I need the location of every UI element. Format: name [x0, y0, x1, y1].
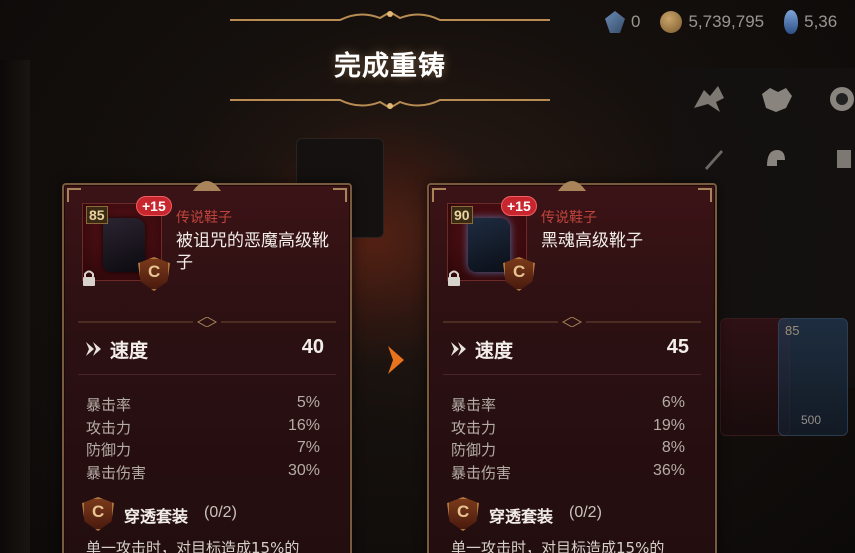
item-type: 传说鞋子: [541, 210, 597, 226]
substat-value: 8%: [661, 439, 685, 456]
speed-icon: [86, 342, 101, 356]
substat-value: 6%: [661, 394, 685, 411]
sword-filter-icon[interactable]: [694, 144, 734, 178]
card-crest-ornament: [558, 181, 586, 191]
substat-label: 暴击伤害: [86, 463, 147, 482]
currency-gold: 5,739,795: [660, 11, 764, 33]
enhance-badge: +15: [136, 196, 172, 216]
set-name: 穿透套装: [489, 507, 554, 526]
substat-row: 攻击力 19%: [451, 417, 685, 440]
set-emblem-icon: [82, 497, 114, 531]
substat-label: 暴击率: [86, 396, 132, 414]
substat-label: 防御力: [451, 441, 497, 459]
lock-icon[interactable]: [445, 269, 463, 287]
substat-row: 暴击率 5%: [86, 394, 320, 417]
set-bonus-row: 穿透套装 (0/2): [447, 497, 707, 531]
substat-label: 防御力: [86, 441, 132, 459]
set-count: (0/2): [204, 504, 237, 521]
set-emblem-icon: [138, 257, 170, 291]
ornate-divider: [443, 317, 701, 327]
substat-label: 攻击力: [86, 418, 132, 437]
card-crest-ornament: [193, 181, 221, 191]
currency-crystal: 5,36: [784, 10, 837, 34]
inventory-card[interactable]: 85 500: [778, 318, 848, 436]
currency-bar: 0 5,739,795 5,36: [605, 10, 851, 34]
lock-icon[interactable]: [80, 269, 98, 287]
set-name: 穿透套装: [124, 507, 189, 526]
substat-value: 7%: [296, 439, 320, 456]
arrow-right-icon: [388, 346, 404, 374]
beast-category-icon[interactable]: [756, 82, 796, 116]
speed-icon: [451, 342, 466, 356]
item-type: 传说鞋子: [176, 210, 232, 226]
item-name: 被诅咒的恶魔高级靴子: [176, 231, 329, 273]
gem-icon: [605, 11, 625, 33]
helmet-category-icon[interactable]: [822, 82, 855, 116]
substat-label: 暴击伤害: [451, 463, 512, 482]
title-top-ornament: [230, 10, 550, 21]
set-emblem-icon: [447, 497, 479, 531]
main-stat-label: 速度: [110, 340, 149, 362]
set-description: 单一攻击时，对目标造成15%的: [451, 539, 665, 553]
substat-row: 攻击力 16%: [86, 417, 320, 440]
substat-row: 暴击伤害 30%: [86, 462, 320, 485]
set-count: (0/2): [569, 504, 602, 521]
substat-value: 30%: [287, 461, 320, 479]
page-title: 完成重铸: [334, 51, 446, 82]
substat-list: 暴击率 5% 攻击力 16% 防御力 7% 暴击伤害 30%: [86, 394, 320, 484]
background-pillar: [0, 60, 30, 553]
equipment-card-before: 85 +15 传说鞋子 被诅咒的恶魔高级靴子 速度 40 暴击率 5% 攻击力 16…: [62, 181, 352, 553]
card-corner: [432, 188, 446, 202]
crystal-count: 5,36: [804, 12, 838, 31]
equipment-card-after: 90 +15 传说鞋子 黑魂高级靴子 速度 45 暴击率 6% 攻击力 19% 防御…: [427, 181, 717, 553]
substat-row: 暴击率 6%: [451, 394, 685, 417]
inventory-card-level: 85: [785, 323, 800, 338]
substat-row: 防御力 8%: [451, 439, 685, 462]
card-corner: [333, 188, 347, 202]
substat-value: 36%: [652, 461, 685, 479]
title-bottom-ornament: [230, 99, 550, 110]
gold-coin-icon: [660, 11, 683, 33]
gold-count: 5,739,795: [688, 12, 765, 31]
substat-label: 暴击率: [451, 396, 497, 414]
substat-value: 16%: [287, 416, 320, 434]
enhance-badge: +15: [501, 196, 537, 216]
substat-row: 暴击伤害 36%: [451, 462, 685, 485]
armor-filter-icon[interactable]: [824, 144, 855, 178]
dragon-category-icon[interactable]: [690, 82, 730, 116]
substat-row: 防御力 7%: [86, 439, 320, 462]
item-level: 85: [86, 206, 108, 224]
main-stat-row: 速度 45: [449, 336, 689, 362]
main-stat-value: 40: [301, 336, 324, 358]
substat-list: 暴击率 6% 攻击力 19% 防御力 8% 暴击伤害 36%: [451, 394, 685, 484]
currency-gem: 0: [605, 11, 640, 33]
substat-label: 攻击力: [451, 418, 497, 437]
set-description: 单一攻击时，对目标造成15%的: [86, 539, 300, 553]
main-stat-row: 速度 40: [84, 336, 324, 362]
set-emblem-icon: [503, 257, 535, 291]
main-stat-value: 45: [666, 336, 689, 358]
item-level: 90: [451, 206, 473, 224]
substat-value: 5%: [296, 394, 320, 411]
helm-filter-icon[interactable]: [756, 144, 796, 178]
item-name: 黑魂高级靴子: [541, 231, 643, 251]
inventory-card-attack: 500: [801, 413, 822, 427]
set-bonus-row: 穿透套装 (0/2): [82, 497, 342, 531]
main-stat-label: 速度: [475, 340, 514, 362]
gem-count: 0: [631, 12, 641, 31]
stat-separator: [443, 374, 701, 375]
card-corner: [67, 188, 81, 202]
card-corner: [698, 188, 712, 202]
substat-value: 19%: [652, 416, 685, 434]
stat-separator: [78, 374, 336, 375]
blue-crystal-icon: [784, 10, 799, 34]
ornate-divider: [78, 317, 336, 327]
